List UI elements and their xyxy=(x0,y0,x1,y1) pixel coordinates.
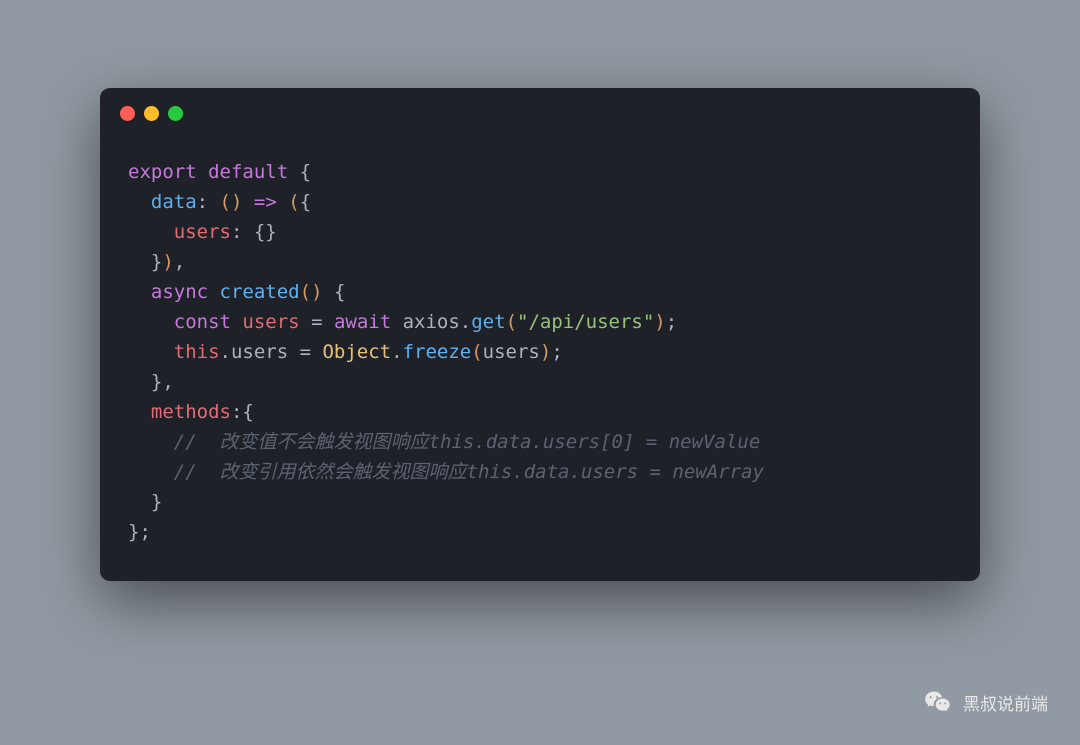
code-token: ( xyxy=(506,311,517,333)
code-token xyxy=(128,311,174,333)
code-token: const xyxy=(174,311,231,333)
maximize-icon[interactable] xyxy=(168,106,183,121)
code-token: { xyxy=(288,161,311,183)
code-token: ( xyxy=(220,191,231,213)
attribution-text: 黑叔说前端 xyxy=(963,690,1048,715)
code-token: data xyxy=(151,191,197,213)
attribution: 黑叔说前端 xyxy=(923,687,1048,717)
code-token: get xyxy=(471,311,505,333)
code-token: freeze xyxy=(403,341,472,363)
code-token xyxy=(277,191,288,213)
code-token: ( xyxy=(300,281,311,303)
code-token xyxy=(128,341,174,363)
code-token: default xyxy=(208,161,288,183)
code-token: users xyxy=(242,311,299,333)
code-block: export default { data: () => ({ users: {… xyxy=(100,127,980,581)
code-token: ( xyxy=(471,341,482,363)
code-token: export xyxy=(128,161,197,183)
code-token: ; xyxy=(551,341,562,363)
code-token: } xyxy=(128,491,162,513)
code-comment: // 改变值不会触发视图响应this.data.users[0] = newVa… xyxy=(174,431,761,453)
code-token: : {} xyxy=(231,221,277,243)
code-token: => xyxy=(254,191,277,213)
code-token: : xyxy=(197,191,220,213)
code-token: Object xyxy=(322,341,391,363)
code-token xyxy=(242,191,253,213)
code-token: users xyxy=(174,221,231,243)
code-token: ; xyxy=(666,311,677,333)
code-comment: // 改变引用依然会触发视图响应this.data.users = newArr… xyxy=(174,461,764,483)
code-token: ) xyxy=(654,311,665,333)
code-token: .users = xyxy=(220,341,323,363)
code-token: ) xyxy=(162,251,173,273)
code-token: , xyxy=(174,251,185,273)
code-token: "/api/users" xyxy=(517,311,654,333)
code-token: async xyxy=(151,281,208,303)
code-token: { xyxy=(300,191,311,213)
code-token: methods xyxy=(151,401,231,423)
code-token: ( xyxy=(288,191,299,213)
code-token: created xyxy=(220,281,300,303)
code-token: this xyxy=(174,341,220,363)
code-token: . xyxy=(391,341,402,363)
code-token: await xyxy=(334,311,391,333)
code-token: }; xyxy=(128,521,151,543)
code-token: ) xyxy=(540,341,551,363)
code-token xyxy=(208,281,219,303)
code-token xyxy=(231,311,242,333)
code-token xyxy=(128,461,174,483)
code-token: :{ xyxy=(231,401,254,423)
code-token: = xyxy=(300,311,334,333)
code-window: export default { data: () => ({ users: {… xyxy=(100,88,980,581)
code-token: ) xyxy=(311,281,322,303)
minimize-icon[interactable] xyxy=(144,106,159,121)
close-icon[interactable] xyxy=(120,106,135,121)
code-token: ) xyxy=(231,191,242,213)
code-token: users xyxy=(483,341,540,363)
code-token xyxy=(128,281,151,303)
code-token: }, xyxy=(128,371,174,393)
wechat-icon xyxy=(923,687,953,717)
code-token xyxy=(128,431,174,453)
window-titlebar xyxy=(100,88,980,127)
code-token: axios. xyxy=(391,311,471,333)
code-token: { xyxy=(323,281,346,303)
code-token xyxy=(128,221,174,243)
code-token xyxy=(128,401,151,423)
code-token xyxy=(128,191,151,213)
code-token: } xyxy=(128,251,162,273)
